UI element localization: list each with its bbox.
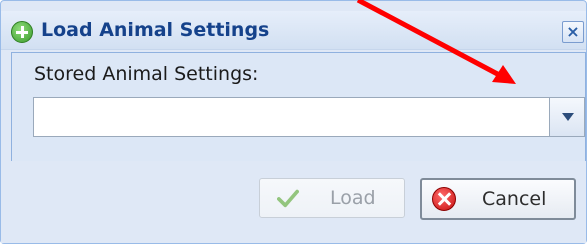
stored-animal-settings-label: Stored Animal Settings: xyxy=(34,63,259,85)
close-icon: × xyxy=(566,22,580,41)
load-animal-settings-dialog: Load Animal Settings × Stored Animal Set… xyxy=(0,0,587,244)
chevron-down-icon[interactable] xyxy=(549,98,584,136)
close-button[interactable]: × xyxy=(562,21,584,43)
dialog-title: Load Animal Settings xyxy=(41,19,270,41)
dialog-footer: Load Cancel xyxy=(1,161,586,243)
load-button[interactable]: Load xyxy=(259,178,405,218)
load-button-label: Load xyxy=(330,187,376,209)
add-icon xyxy=(11,21,33,43)
check-icon xyxy=(277,189,299,208)
dialog-header: Load Animal Settings × xyxy=(1,11,586,50)
settings-panel: Stored Animal Settings: xyxy=(11,52,586,162)
stored-animal-settings-combo[interactable] xyxy=(33,97,585,137)
cancel-icon xyxy=(432,187,456,211)
cancel-button[interactable]: Cancel xyxy=(420,178,576,220)
cancel-button-label: Cancel xyxy=(482,188,547,210)
